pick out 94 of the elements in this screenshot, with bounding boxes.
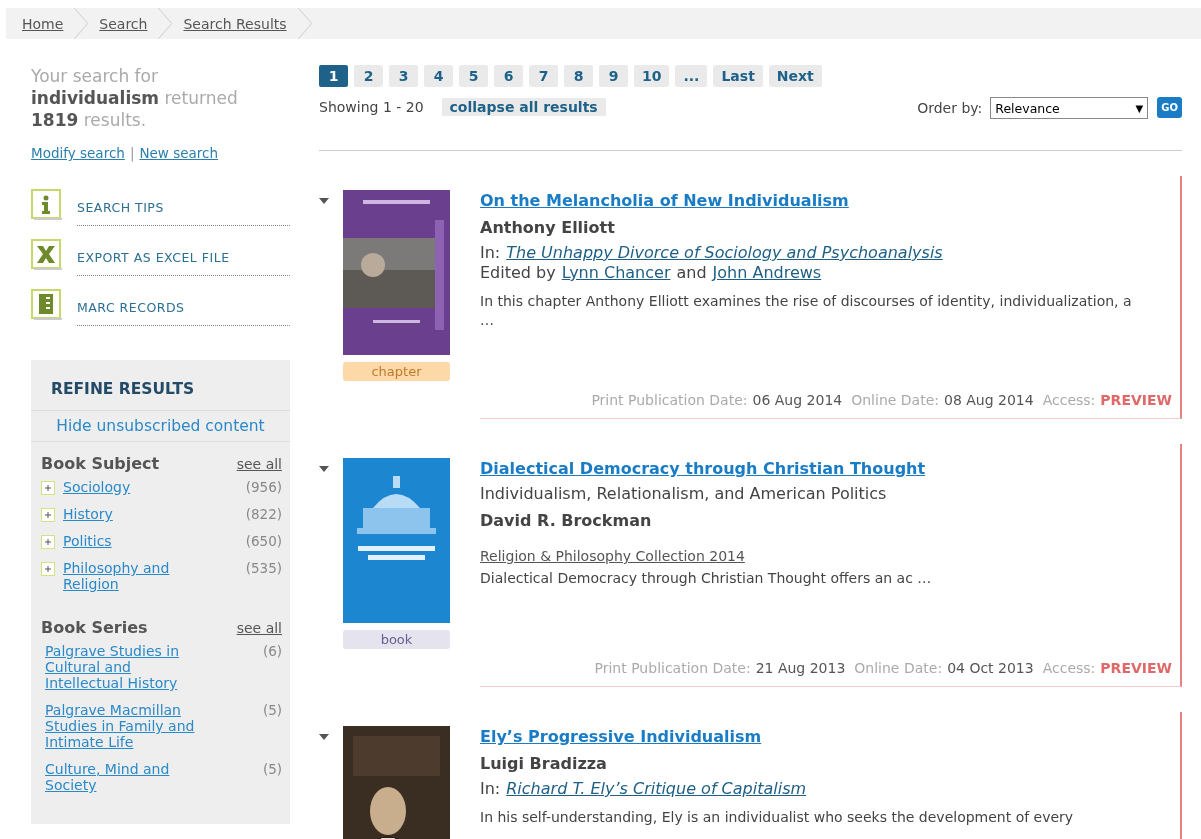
- tool-link[interactable]: EXPORT AS EXCEL FILE: [77, 242, 290, 276]
- print-date: 21 Aug 2013: [755, 660, 846, 676]
- breadcrumb-link[interactable]: Home: [16, 15, 70, 32]
- facet-count: (650): [245, 533, 282, 549]
- facet-link[interactable]: Palgrave Macmillan Studies in Family and Intimate Life: [45, 702, 210, 750]
- in-label: In:: [480, 243, 501, 262]
- collapse-all-button[interactable]: collapse all results: [441, 98, 606, 116]
- abstract-text: In this chapter Anthony Elliott examines the rise of discourses of identity, individualization, a …: [480, 292, 1133, 330]
- content-type-label: chapter: [343, 362, 450, 381]
- facet-count: (956): [245, 479, 282, 495]
- result-subtitle: Individualism, Relationalism, and American Politics: [480, 484, 888, 503]
- page-button[interactable]: 2: [354, 65, 383, 87]
- search-summary: Your search for individualism returned 1819 results.: [31, 65, 239, 131]
- access-status: PREVIEW: [1100, 660, 1172, 676]
- content-type-label: book: [343, 630, 450, 649]
- facet-count: (6): [262, 643, 282, 659]
- collapse-arrow-icon[interactable]: [319, 466, 329, 472]
- page-button[interactable]: 5: [459, 65, 488, 87]
- facet-link[interactable]: Politics: [63, 533, 203, 549]
- abstract-text: Dialectical Democracy through Christian Thought offers an ac …: [480, 569, 933, 588]
- facet-title: Book Series: [41, 618, 148, 637]
- facet-link[interactable]: Philosophy and Religion: [63, 560, 203, 592]
- page-button[interactable]: Last: [713, 65, 763, 87]
- facet-count: (5): [262, 702, 282, 718]
- facet-title: Book Subject: [41, 454, 160, 473]
- facet-count: (822): [245, 506, 282, 522]
- in-label: In:: [480, 779, 501, 798]
- expand-icon[interactable]: [41, 508, 55, 522]
- facet-count: (5): [262, 761, 282, 777]
- page-button[interactable]: 3: [389, 65, 418, 87]
- document-icon: [31, 289, 63, 321]
- showing-count: Showing 1 - 20: [319, 99, 424, 115]
- editor-link[interactable]: John Andrews: [712, 263, 822, 282]
- page-button[interactable]: ...: [675, 65, 708, 87]
- access-status: PREVIEW: [1100, 392, 1172, 408]
- modify-search-link[interactable]: Modify search: [31, 145, 125, 161]
- page-button[interactable]: 9: [599, 65, 628, 87]
- new-search-link[interactable]: New search: [139, 145, 219, 161]
- separator: |: [129, 145, 135, 161]
- result-title-link[interactable]: On the Melancholia of New Individualism: [480, 191, 1172, 210]
- online-date: 04 Oct 2013: [947, 660, 1034, 676]
- collection-link[interactable]: Religion & Philosophy Collection 2014: [480, 548, 1172, 564]
- expand-icon[interactable]: [41, 481, 55, 495]
- meta-label: Online Date:: [851, 392, 939, 408]
- meta-label: Print Publication Date:: [594, 660, 751, 676]
- chevron-icon: [73, 8, 90, 39]
- see-all-link[interactable]: see all: [236, 620, 282, 636]
- facet-link[interactable]: Sociology: [63, 479, 203, 495]
- print-date: 06 Aug 2014: [752, 392, 843, 408]
- hide-unsubscribed-link[interactable]: Hide unsubscribed content: [31, 411, 290, 442]
- page-button[interactable]: 10: [634, 65, 670, 87]
- meta-label: Print Publication Date:: [591, 392, 748, 408]
- see-all-link[interactable]: see all: [236, 456, 282, 472]
- refine-title: REFINE RESULTS: [31, 360, 290, 411]
- author-name: Luigi Bradizza: [480, 754, 608, 773]
- tool-link[interactable]: SEARCH TIPS: [77, 192, 290, 226]
- spreadsheet-icon: [31, 239, 63, 271]
- page-button[interactable]: 8: [564, 65, 593, 87]
- parent-book-link[interactable]: Richard T. Ely’s Critique of Capitalism: [506, 779, 807, 798]
- result-title-link[interactable]: Dialectical Democracy through Christian Thought: [480, 459, 1172, 478]
- collapse-arrow-icon[interactable]: [319, 198, 329, 204]
- page-button[interactable]: Next: [768, 65, 822, 87]
- chevron-icon: [296, 8, 313, 39]
- meta-label: Access:: [1042, 660, 1096, 676]
- expand-icon[interactable]: [41, 562, 55, 576]
- editor-link[interactable]: Lynn Chancer: [561, 263, 671, 282]
- facet-link[interactable]: History: [63, 506, 203, 522]
- meta-label: Access:: [1042, 392, 1096, 408]
- facet-link[interactable]: Palgrave Studies in Cultural and Intellectual History: [45, 643, 210, 691]
- tool-link[interactable]: MARC RECORDS: [77, 292, 290, 326]
- go-button[interactable]: GO: [1157, 96, 1182, 118]
- online-date: 08 Aug 2014: [944, 392, 1034, 408]
- breadcrumb-link[interactable]: Search: [93, 15, 154, 32]
- author-name: David R. Brockman: [480, 511, 653, 530]
- breadcrumb-link[interactable]: Search Results: [177, 15, 293, 32]
- page-button[interactable]: 1: [319, 65, 348, 87]
- chevron-icon: [157, 8, 174, 39]
- expand-icon[interactable]: [41, 535, 55, 549]
- abstract-text: In his self-understanding, Ely is an individualist who seeks the development of every: [480, 808, 1075, 827]
- meta-label: Online Date:: [854, 660, 943, 676]
- page-button[interactable]: 4: [424, 65, 453, 87]
- order-by-label: Order by:: [917, 100, 983, 116]
- author-name: Anthony Elliott: [480, 218, 616, 237]
- page-button[interactable]: 7: [529, 65, 558, 87]
- facet-count: (535): [245, 560, 282, 576]
- order-by-select[interactable]: Relevance ▼: [990, 97, 1149, 119]
- info-icon: [31, 189, 63, 221]
- edited-by-label: Edited by: [480, 263, 556, 282]
- parent-book-link[interactable]: The Unhappy Divorce of Sociology and Psychoanalysis: [506, 243, 943, 262]
- result-title-link[interactable]: Ely’s Progressive Individualism: [480, 727, 1172, 746]
- facet-link[interactable]: Culture, Mind and Society: [45, 761, 210, 793]
- and-label: and: [676, 263, 707, 282]
- page-button[interactable]: 6: [494, 65, 523, 87]
- collapse-arrow-icon[interactable]: [319, 734, 329, 740]
